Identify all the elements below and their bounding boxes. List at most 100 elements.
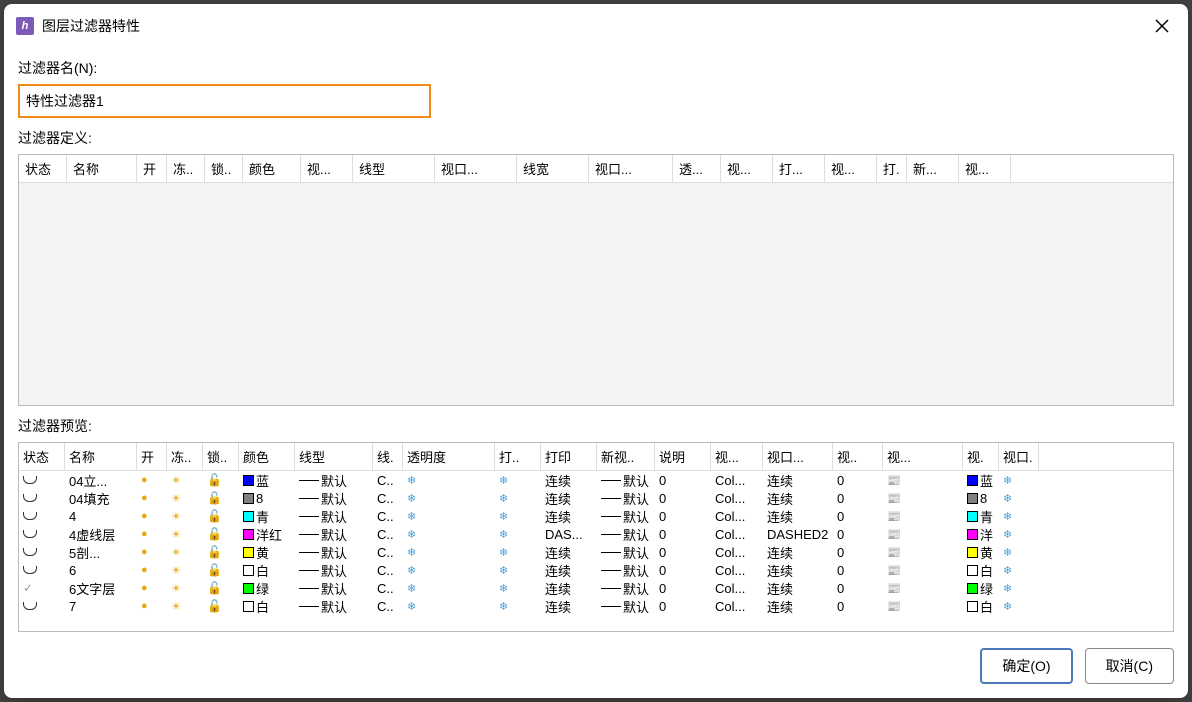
def-col-header[interactable]: 视口... bbox=[589, 155, 673, 182]
def-col-header[interactable]: 视... bbox=[721, 155, 773, 182]
def-header: 状态名称开冻..锁..颜色视...线型视口...线宽视口...透...视...打… bbox=[19, 155, 1173, 183]
status-cell bbox=[19, 476, 65, 484]
line-icon bbox=[299, 480, 319, 481]
desc-cell: 0 bbox=[655, 581, 711, 596]
preview-col-header[interactable]: 颜色 bbox=[239, 443, 295, 470]
name-cell: 04立... bbox=[65, 471, 137, 490]
preview-col-header[interactable]: 锁.. bbox=[203, 443, 239, 470]
printer-icon: 📰 bbox=[887, 600, 901, 613]
def-col-header[interactable]: 视... bbox=[301, 155, 353, 182]
button-bar: 确定(O) 取消(C) bbox=[18, 638, 1174, 684]
line-icon bbox=[601, 606, 621, 607]
vp6-cell: ❄ bbox=[999, 564, 1039, 577]
table-row[interactable]: 04立...●☀🔓 蓝 默认C..❄❄连续 默认0Col...连续0📰 蓝❄ bbox=[19, 471, 1173, 489]
preview-col-header[interactable]: 状态 bbox=[19, 443, 65, 470]
status-cell bbox=[19, 530, 65, 538]
on-cell: ● bbox=[137, 474, 167, 486]
vp3-cell: 0 bbox=[833, 491, 883, 506]
preview-col-header[interactable]: 视... bbox=[883, 443, 963, 470]
freeze-icon: ❄ bbox=[1003, 564, 1012, 577]
printer-icon: 📰 bbox=[887, 546, 901, 559]
def-col-header[interactable]: 打... bbox=[773, 155, 825, 182]
preview-col-header[interactable]: 视.. bbox=[833, 443, 883, 470]
preview-col-header[interactable]: 视口. bbox=[999, 443, 1039, 470]
def-col-header[interactable]: 颜色 bbox=[243, 155, 301, 182]
close-button[interactable] bbox=[1148, 12, 1176, 40]
def-col-header[interactable]: 线宽 bbox=[517, 155, 589, 182]
line-icon bbox=[601, 570, 621, 571]
layer-icon bbox=[23, 494, 37, 502]
trans-cell: ❄ bbox=[403, 492, 495, 505]
filter-name-input[interactable] bbox=[18, 84, 431, 118]
freeze-icon: ❄ bbox=[499, 528, 508, 541]
lock-icon: 🔓 bbox=[207, 563, 222, 577]
preview-col-header[interactable]: 线型 bbox=[295, 443, 373, 470]
preview-col-header[interactable]: 线. bbox=[373, 443, 403, 470]
def-col-header[interactable]: 状态 bbox=[19, 155, 67, 182]
freeze-icon: ❄ bbox=[499, 510, 508, 523]
cancel-button[interactable]: 取消(C) bbox=[1085, 648, 1174, 684]
preview-col-header[interactable]: 视. bbox=[963, 443, 999, 470]
on-cell: ● bbox=[137, 528, 167, 540]
freeze-icon: ❄ bbox=[1003, 528, 1012, 541]
vp4-cell: 📰 bbox=[883, 474, 963, 487]
lightbulb-icon: ● bbox=[141, 546, 148, 558]
def-col-header[interactable]: 视... bbox=[959, 155, 1011, 182]
trans-cell: ❄ bbox=[403, 510, 495, 523]
freeze-icon: ❄ bbox=[407, 474, 416, 487]
preview-col-header[interactable]: 说明 bbox=[655, 443, 711, 470]
preview-col-header[interactable]: 打.. bbox=[495, 443, 541, 470]
freeze-cell: ☀ bbox=[167, 600, 203, 613]
vp6-cell: ❄ bbox=[999, 582, 1039, 595]
line-icon bbox=[299, 516, 319, 517]
newvp-cell: 默认 bbox=[597, 579, 655, 598]
def-col-header[interactable]: 锁.. bbox=[205, 155, 243, 182]
def-col-header[interactable]: 开 bbox=[137, 155, 167, 182]
freeze-icon: ❄ bbox=[407, 528, 416, 541]
preview-col-header[interactable]: 透明度 bbox=[403, 443, 495, 470]
preview-col-header[interactable]: 冻.. bbox=[167, 443, 203, 470]
line-icon bbox=[601, 588, 621, 589]
def-col-header[interactable]: 线型 bbox=[353, 155, 435, 182]
linetype-cell: 默认 bbox=[295, 561, 373, 580]
preview-col-header[interactable]: 名称 bbox=[65, 443, 137, 470]
line-icon bbox=[601, 552, 621, 553]
preview-col-header[interactable]: 视口... bbox=[763, 443, 833, 470]
color-swatch bbox=[967, 475, 978, 486]
def-col-header[interactable]: 视口... bbox=[435, 155, 517, 182]
line-icon bbox=[299, 588, 319, 589]
vp3-cell: 0 bbox=[833, 545, 883, 560]
lock-cell: 🔓 bbox=[203, 545, 239, 559]
def-col-header[interactable]: 新... bbox=[907, 155, 959, 182]
check-icon: ✓ bbox=[23, 581, 33, 595]
table-row[interactable]: ✓6文字层●☀🔓 绿 默认C..❄❄连续 默认0Col...连续0📰 绿❄ bbox=[19, 579, 1173, 597]
def-col-header[interactable]: 打. bbox=[877, 155, 907, 182]
preview-col-header[interactable]: 视... bbox=[711, 443, 763, 470]
lightbulb-icon: ● bbox=[141, 474, 148, 486]
color-cell: 青 bbox=[239, 507, 295, 526]
def-col-header[interactable]: 视... bbox=[825, 155, 877, 182]
table-row[interactable]: 5剖...●☀🔓 黄 默认C..❄❄连续 默认0Col...连续0📰 黄❄ bbox=[19, 543, 1173, 561]
table-row[interactable]: 04填充●☀🔓 8 默认C..❄❄连续 默认0Col...连续0📰 8❄ bbox=[19, 489, 1173, 507]
trans-cell: ❄ bbox=[403, 564, 495, 577]
vp4-cell: 📰 bbox=[883, 492, 963, 505]
preview-body[interactable]: 04立...●☀🔓 蓝 默认C..❄❄连续 默认0Col...连续0📰 蓝❄04… bbox=[19, 471, 1173, 631]
preview-header: 状态名称开冻..锁..颜色线型线.透明度打..打印新视..说明视...视口...… bbox=[19, 443, 1173, 471]
def-col-header[interactable]: 透... bbox=[673, 155, 721, 182]
def-body[interactable] bbox=[19, 183, 1173, 405]
ok-button[interactable]: 确定(O) bbox=[980, 648, 1072, 684]
vp2-cell: 连续 bbox=[763, 597, 833, 616]
vp6-cell: ❄ bbox=[999, 474, 1039, 487]
preview-col-header[interactable]: 开 bbox=[137, 443, 167, 470]
table-row[interactable]: 7●☀🔓 白 默认C..❄❄连续 默认0Col...连续0📰 白❄ bbox=[19, 597, 1173, 615]
table-row[interactable]: 4虚线层●☀🔓 洋红 默认C..❄❄DAS... 默认0Col...DASHED… bbox=[19, 525, 1173, 543]
name-cell: 4 bbox=[65, 509, 137, 524]
line-icon bbox=[601, 498, 621, 499]
def-col-header[interactable]: 名称 bbox=[67, 155, 137, 182]
table-row[interactable]: 4●☀🔓 青 默认C..❄❄连续 默认0Col...连续0📰 青❄ bbox=[19, 507, 1173, 525]
def-col-header[interactable]: 冻.. bbox=[167, 155, 205, 182]
table-row[interactable]: 6●☀🔓 白 默认C..❄❄连续 默认0Col...连续0📰 白❄ bbox=[19, 561, 1173, 579]
freeze-icon: ❄ bbox=[499, 600, 508, 613]
preview-col-header[interactable]: 打印 bbox=[541, 443, 597, 470]
preview-col-header[interactable]: 新视.. bbox=[597, 443, 655, 470]
